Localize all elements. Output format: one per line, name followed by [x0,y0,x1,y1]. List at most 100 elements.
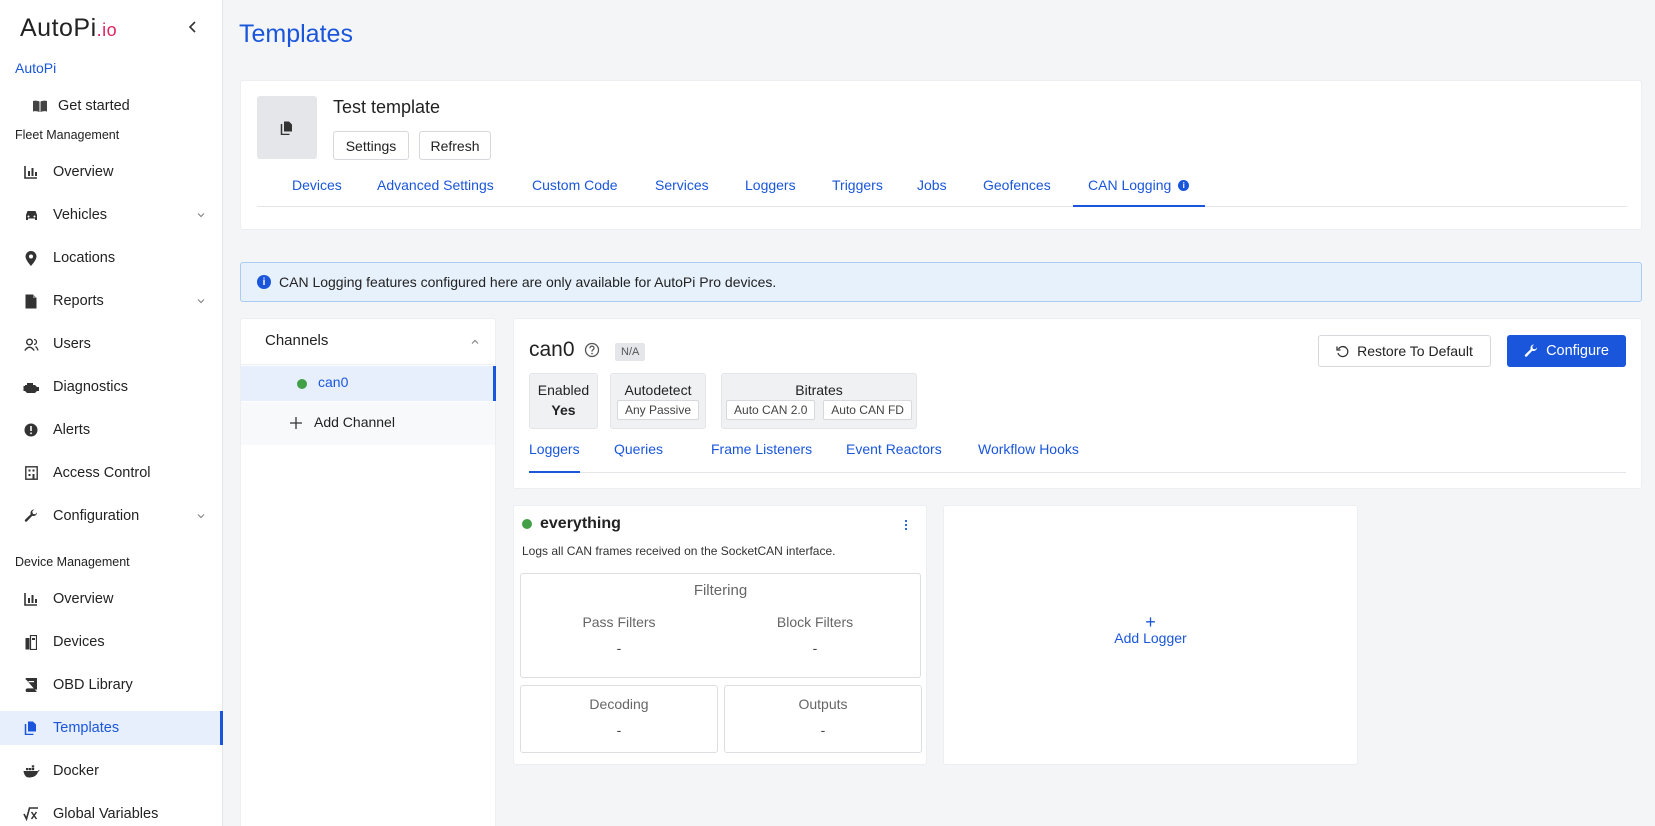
block-filters-value: - [812,640,818,656]
stat-title: Enabled [537,382,590,398]
nav-vehicles[interactable]: Vehicles [0,198,223,232]
variable-icon [21,804,41,824]
chevron-down-icon [196,511,206,521]
organization-link[interactable]: AutoPi [15,60,56,76]
restore-icon [1336,345,1349,358]
nav-label: Access Control [53,465,151,481]
plus-icon [289,416,303,430]
nav-locations[interactable]: Locations [0,241,223,275]
autopi-logo: AutoPi.io [20,14,118,42]
section-device-management: Device Management [15,555,130,569]
nav-label: Get started [58,98,130,114]
nav-users[interactable]: Users [0,327,223,361]
nav-alerts[interactable]: Alerts [0,413,223,447]
page-title: Templates [239,20,353,48]
nav-label: Locations [53,250,116,266]
collapse-sidebar-icon[interactable] [186,20,200,34]
bitrate-chip: Auto CAN 2.0 [726,400,816,420]
sidebar: AutoPi.io AutoPi Get started Fleet Manag… [0,0,223,826]
tab-devices[interactable]: Devices [292,173,342,207]
pass-filters-label: Pass Filters [582,614,656,630]
nav-templates[interactable]: Templates [0,711,223,745]
channels-header[interactable]: Channels [241,319,495,365]
template-header-card: Test template Settings Refresh Devices A… [240,80,1642,230]
add-channel-button[interactable]: Add Channel [241,402,495,445]
restore-label: Restore To Default [1357,343,1473,359]
tab-can-logging[interactable]: CAN Logging i [1073,173,1206,207]
channel-subtabs: Loggers Queries Frame Listeners Event Re… [529,439,1626,473]
tab-custom-code[interactable]: Custom Code [532,173,618,207]
nav-global-variables[interactable]: Global Variables [0,797,223,826]
devices-icon [21,632,41,652]
channels-title: Channels [265,332,329,349]
templates-icon [280,121,294,135]
chevron-down-icon [196,296,206,306]
tab-geofences[interactable]: Geofences [983,173,1051,207]
stat-title: Autodetect [624,382,692,398]
decoding-box: Decoding - [520,685,718,753]
template-avatar [257,96,317,159]
nav-diagnostics[interactable]: Diagnostics [0,370,223,404]
nav-obd-library[interactable]: OBD Library [0,668,223,702]
nav-label: Users [53,336,91,352]
section-fleet-management: Fleet Management [15,128,120,142]
subtab-queries[interactable]: Queries [614,439,663,473]
docker-icon [21,761,41,781]
nav-devices[interactable]: Devices [0,625,223,659]
tab-jobs[interactable]: Jobs [917,173,947,207]
nav-label: Devices [53,634,105,650]
wrench-icon [21,506,41,526]
channels-panel: Channels can0 Add Channel [240,318,496,826]
configure-button[interactable]: Configure [1507,335,1626,367]
nav-configuration[interactable]: Configuration [0,499,223,533]
tab-label: CAN Logging [1088,177,1172,193]
nav-get-started[interactable]: Get started [0,89,223,123]
configure-label: Configure [1546,343,1609,359]
car-icon [21,205,41,225]
nav-access-control[interactable]: Access Control [0,456,223,490]
help-icon[interactable] [584,342,600,358]
subtab-loggers[interactable]: Loggers [529,439,580,473]
chart-icon [21,589,41,609]
tab-triggers[interactable]: Triggers [832,173,883,207]
outputs-box: Outputs - [724,685,922,753]
bitrate-chip: Auto CAN FD [823,400,912,420]
settings-button[interactable]: Settings [333,131,409,160]
status-dot [522,519,532,529]
logger-name: everything [540,515,621,532]
tab-loggers[interactable]: Loggers [745,173,796,207]
book-icon [21,675,41,695]
channel-label: can0 [318,374,349,390]
subtab-workflow-hooks[interactable]: Workflow Hooks [978,439,1079,473]
location-pin-icon [21,248,41,268]
chart-icon [21,162,41,182]
add-channel-label: Add Channel [314,414,395,430]
logger-card: everything Logs all CAN frames received … [513,505,927,765]
stat-value: Yes [551,402,576,418]
subtab-event-reactors[interactable]: Event Reactors [846,439,942,473]
nav-docker[interactable]: Docker [0,754,223,788]
more-menu-icon[interactable] [901,518,911,532]
subtab-frame-listeners[interactable]: Frame Listeners [711,439,812,473]
filtering-box: Filtering Pass Filters - Block Filters - [520,573,921,678]
nav-device-overview[interactable]: Overview [0,582,223,616]
nav-reports[interactable]: Reports [0,284,223,318]
document-icon [21,291,41,311]
engine-icon [21,377,41,397]
nav-label: Docker [53,763,99,779]
channel-item-can0[interactable]: can0 [241,366,496,401]
tab-advanced-settings[interactable]: Advanced Settings [377,173,494,207]
add-logger-card[interactable]: + Add Logger [943,505,1358,765]
block-filters-label: Block Filters [776,614,854,630]
add-logger-button[interactable]: + Add Logger [944,613,1357,646]
restore-to-default-button[interactable]: Restore To Default [1318,335,1491,367]
decoding-title: Decoding [589,696,649,712]
decoding-value: - [616,722,622,738]
nav-label: Templates [53,720,120,736]
nav-label: Overview [53,591,114,607]
refresh-button[interactable]: Refresh [419,131,491,160]
tab-services[interactable]: Services [655,173,709,207]
nav-fleet-overview[interactable]: Overview [0,155,223,189]
templates-icon [21,718,41,738]
chevron-up-icon[interactable] [470,337,480,347]
